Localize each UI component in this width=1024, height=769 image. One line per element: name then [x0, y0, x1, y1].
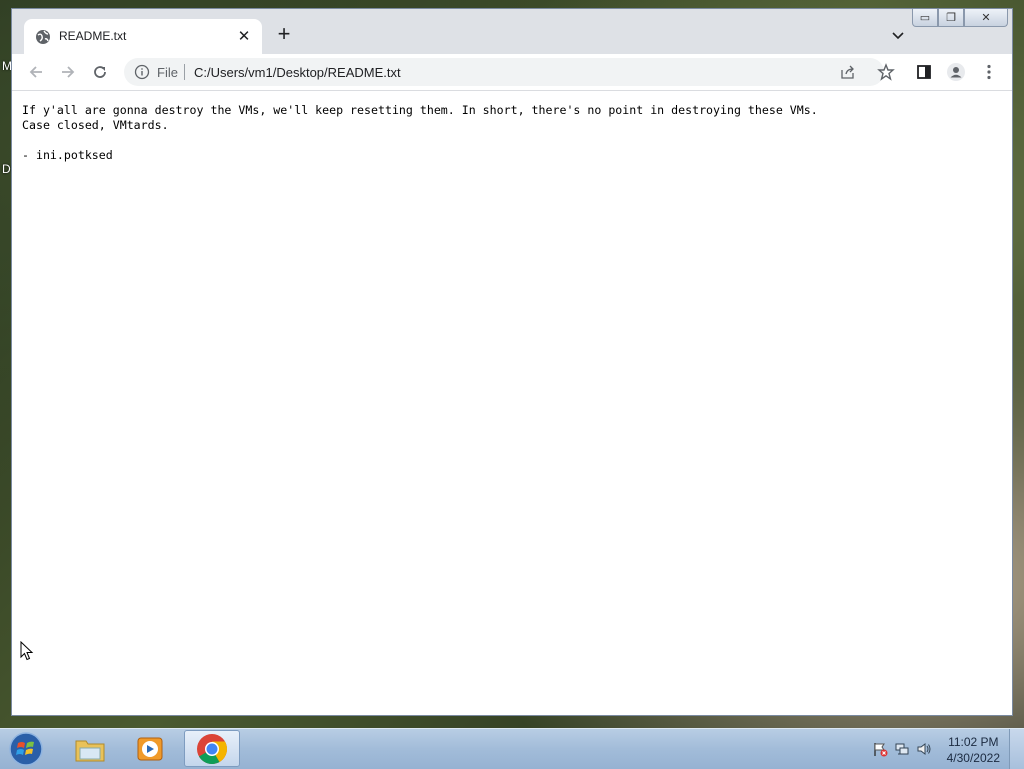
kebab-menu-icon[interactable]	[979, 62, 999, 82]
close-window-button[interactable]: ✕	[964, 9, 1008, 27]
volume-icon[interactable]	[916, 741, 932, 757]
new-tab-button[interactable]: +	[274, 23, 294, 45]
page-content: If y'all are gonna destroy the VMs, we'l…	[12, 91, 1012, 715]
side-panel-icon[interactable]	[914, 62, 934, 82]
browser-toolbar: File C:/Users/vm1/Desktop/README.txt	[12, 54, 1012, 91]
maximize-button[interactable]: ❐	[938, 9, 964, 27]
address-bar[interactable]: File C:/Users/vm1/Desktop/README.txt	[124, 58, 884, 86]
chevron-down-icon[interactable]	[890, 27, 906, 43]
tab-title: README.txt	[59, 29, 127, 43]
tab-strip: README.txt ✕ + ▭ ❐ ✕	[12, 9, 1012, 54]
window-controls: ▭ ❐ ✕	[912, 9, 1008, 27]
system-tray: 11:02 PM 4/30/2022	[844, 729, 1024, 769]
action-center-flag-icon[interactable]	[872, 741, 888, 757]
reload-icon[interactable]	[90, 62, 110, 82]
chrome-icon	[197, 733, 228, 764]
omnibox-divider	[184, 64, 185, 80]
star-icon[interactable]	[876, 62, 896, 82]
taskbar-clock[interactable]: 11:02 PM 4/30/2022	[947, 734, 1000, 766]
taskbar-file-explorer[interactable]	[62, 730, 118, 767]
browser-window: README.txt ✕ + ▭ ❐ ✕ File C:/Users/vm1/D…	[11, 8, 1013, 716]
taskbar: 11:02 PM 4/30/2022	[0, 728, 1024, 769]
url-scheme-label: File	[157, 65, 178, 80]
forward-arrow-icon[interactable]	[58, 62, 78, 82]
mouse-pointer-icon	[20, 641, 34, 661]
url-text[interactable]: C:/Users/vm1/Desktop/README.txt	[194, 65, 401, 80]
clock-date: 4/30/2022	[946, 751, 1000, 765]
globe-icon	[36, 30, 50, 44]
info-icon[interactable]	[134, 64, 150, 80]
show-desktop-button[interactable]	[1009, 729, 1024, 769]
close-tab-icon[interactable]: ✕	[234, 26, 254, 46]
desktop-icon-label[interactable]: D	[2, 162, 11, 176]
taskbar-media-player[interactable]	[122, 730, 178, 767]
clock-time: 11:02 PM	[948, 735, 999, 749]
network-icon[interactable]	[894, 741, 910, 757]
profile-avatar-icon[interactable]	[946, 62, 966, 82]
back-arrow-icon[interactable]	[26, 62, 46, 82]
taskbar-chrome[interactable]	[184, 730, 240, 767]
windows-start-orb-icon[interactable]	[6, 730, 46, 768]
tab-readme[interactable]: README.txt ✕	[24, 19, 262, 54]
minimize-button[interactable]: ▭	[912, 9, 938, 27]
share-icon[interactable]	[840, 64, 856, 80]
media-player-icon	[137, 737, 163, 760]
folder-icon	[75, 740, 105, 761]
readme-text: If y'all are gonna destroy the VMs, we'l…	[22, 103, 818, 162]
